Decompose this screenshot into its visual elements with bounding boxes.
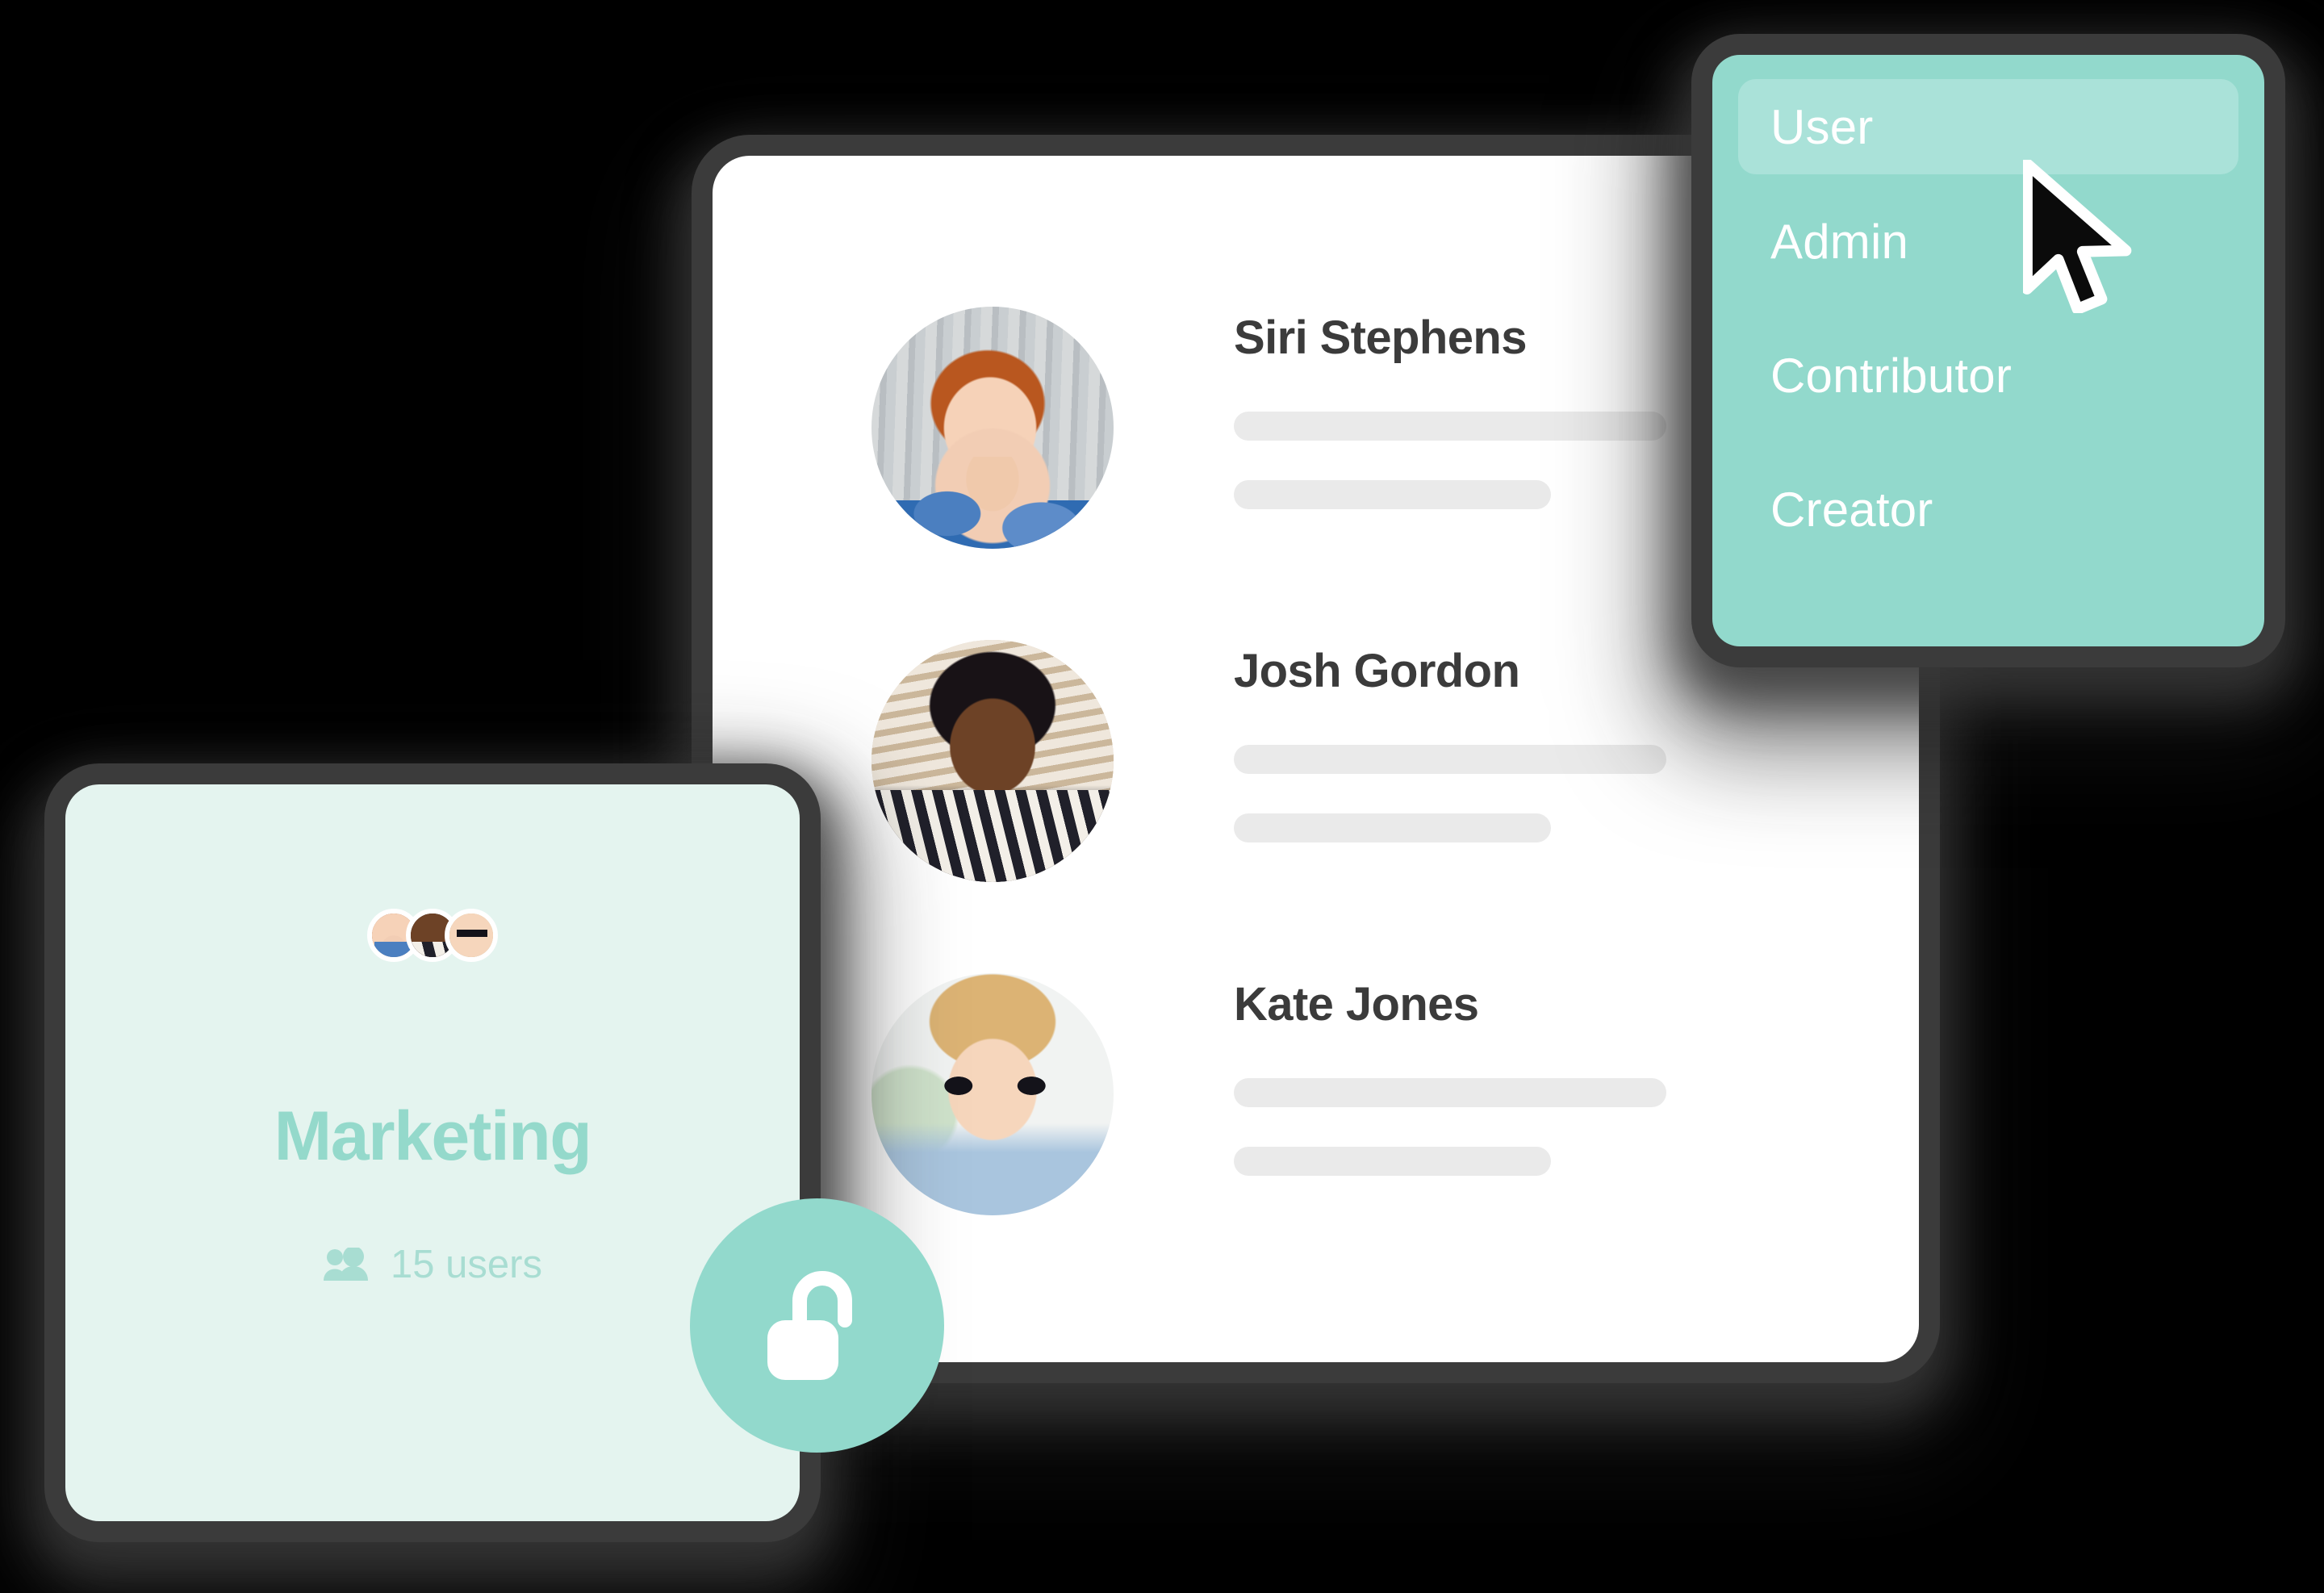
marketing-title: Marketing [274,1098,592,1175]
role-option-label: User [1770,99,1874,154]
detail-placeholder-bar [1234,813,1551,842]
user-name: Siri Stephens [1234,311,1527,364]
user-row[interactable]: Kate Jones [713,973,1919,1215]
detail-placeholder-bar [1234,412,1666,441]
detail-placeholder-bar [1234,480,1551,509]
screenshot-stage: Siri Stephens Josh Gordon Kate Jones Mar… [0,0,2324,1593]
role-option-label: Creator [1770,482,1933,537]
role-option-label: Admin [1770,214,1909,269]
role-option-user[interactable]: User [1738,79,2238,174]
unlock-toggle-button[interactable] [690,1198,944,1453]
role-option-creator[interactable]: Creator [1712,442,2264,576]
user-row-text: Josh Gordon [1234,648,1666,842]
role-option-label: Contributor [1770,348,2013,403]
user-row-text: Siri Stephens [1234,315,1666,509]
marketing-users-count: 15 users [391,1243,542,1286]
marketing-group-card[interactable]: Marketing 15 users [65,784,800,1521]
user-name: Kate Jones [1234,978,1479,1031]
role-dropdown-menu[interactable]: User Admin Contributor Creator [1712,55,2264,646]
avatar-kate-jones [445,909,498,962]
detail-placeholder-bar [1234,745,1666,774]
role-option-contributor[interactable]: Contributor [1712,308,2264,442]
avatar-josh-gordon [872,640,1114,882]
user-row-text: Kate Jones [1234,981,1666,1176]
avatar-kate-jones [872,973,1114,1215]
user-row[interactable]: Josh Gordon [713,640,1919,882]
people-group-icon [324,1247,369,1281]
unlock-icon [767,1270,852,1380]
avatar-siri-stephens [872,307,1114,549]
detail-placeholder-bar [1234,1147,1551,1176]
user-name: Josh Gordon [1234,645,1520,697]
marketing-users-row: 15 users [65,1245,800,1285]
avatar-stack [367,909,498,962]
detail-placeholder-bar [1234,1078,1666,1107]
role-option-admin[interactable]: Admin [1712,174,2264,308]
